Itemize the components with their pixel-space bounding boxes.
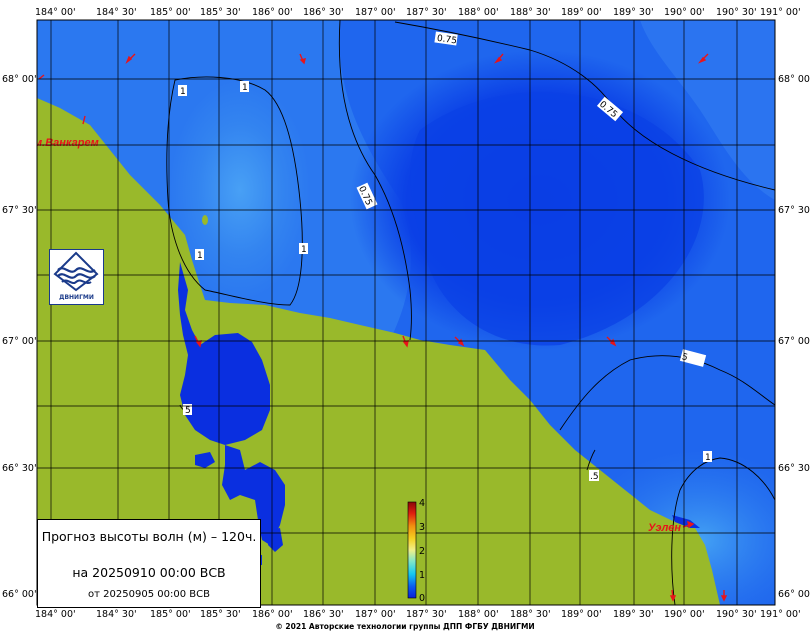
lat-labels-right: 68° 00' 67° 30' 67° 00' 66° 30' 66° 00' bbox=[778, 74, 810, 600]
svg-text:187° 30': 187° 30' bbox=[406, 7, 447, 18]
svg-text:67° 00': 67° 00' bbox=[2, 336, 37, 347]
forecast-legend: Прогноз высоты волн (м) – 120ч. на 20250… bbox=[37, 519, 261, 608]
svg-text:0: 0 bbox=[419, 593, 425, 604]
svg-text:185° 00': 185° 00' bbox=[150, 609, 191, 620]
svg-text:188° 00': 188° 00' bbox=[458, 609, 499, 620]
svg-text:67° 30': 67° 30' bbox=[778, 205, 810, 216]
svg-text:191° 00': 191° 00' bbox=[760, 7, 801, 18]
isoline-label: .5 bbox=[590, 472, 599, 482]
svg-text:190° 30': 190° 30' bbox=[716, 7, 757, 18]
copyright: © 2021 Авторские технологии группы ДПП Ф… bbox=[275, 622, 535, 631]
isoline-label: 1 bbox=[197, 251, 203, 261]
isoline-label: 5 bbox=[185, 406, 191, 416]
svg-text:66° 30': 66° 30' bbox=[2, 463, 37, 474]
svg-text:187° 30': 187° 30' bbox=[406, 609, 447, 620]
forecast-issue-time: от 20250905 00:00 ВСВ bbox=[88, 589, 210, 600]
svg-text:188° 30': 188° 30' bbox=[510, 7, 551, 18]
svg-text:188° 30': 188° 30' bbox=[510, 609, 551, 620]
svg-text:189° 30': 189° 30' bbox=[613, 7, 654, 18]
svg-text:186° 30': 186° 30' bbox=[303, 7, 344, 18]
dvnigmi-logo: ДВНИГМИ bbox=[49, 249, 104, 305]
svg-text:1: 1 bbox=[419, 570, 425, 581]
svg-text:185° 30': 185° 30' bbox=[200, 7, 241, 18]
isoline-label: 1 bbox=[242, 83, 248, 93]
svg-text:186° 00': 186° 00' bbox=[252, 609, 293, 620]
place-label: м.Ванкарем bbox=[34, 137, 99, 149]
svg-text:184° 00': 184° 00' bbox=[35, 609, 76, 620]
lon-labels-top: 184° 00' 184° 30' 185° 00' 185° 30' 186°… bbox=[35, 7, 801, 18]
lat-labels-left: 68° 00' 67° 30' 67° 00' 66° 30' 66° 00' bbox=[2, 74, 37, 600]
svg-text:68° 00': 68° 00' bbox=[778, 74, 810, 85]
svg-text:189° 00': 189° 00' bbox=[561, 609, 602, 620]
svg-text:185° 30': 185° 30' bbox=[200, 609, 241, 620]
svg-text:189° 30': 189° 30' bbox=[613, 609, 654, 620]
svg-text:190° 00': 190° 00' bbox=[664, 7, 705, 18]
forecast-title: Прогноз высоты волн (м) – 120ч. bbox=[41, 529, 257, 544]
svg-text:66° 00': 66° 00' bbox=[2, 589, 37, 600]
svg-text:189° 00': 189° 00' bbox=[561, 7, 602, 18]
svg-text:66° 30': 66° 30' bbox=[778, 463, 810, 474]
place-label: Уэлен bbox=[648, 522, 681, 534]
svg-text:186° 30': 186° 30' bbox=[303, 609, 344, 620]
svg-text:190° 00': 190° 00' bbox=[664, 609, 705, 620]
svg-text:184° 30': 184° 30' bbox=[96, 7, 137, 18]
svg-text:68° 00': 68° 00' bbox=[2, 74, 37, 85]
svg-text:188° 00': 188° 00' bbox=[458, 7, 499, 18]
svg-text:66° 00': 66° 00' bbox=[778, 589, 810, 600]
logo-text: ДВНИГМИ bbox=[59, 294, 94, 301]
svg-text:67° 30': 67° 30' bbox=[2, 205, 37, 216]
svg-text:67° 00': 67° 00' bbox=[778, 336, 810, 347]
isoline-label: 1 bbox=[301, 245, 307, 255]
svg-text:186° 00': 186° 00' bbox=[252, 7, 293, 18]
svg-text:185° 00': 185° 00' bbox=[150, 7, 191, 18]
forecast-valid-time: на 20250910 00:00 ВСВ bbox=[72, 565, 226, 580]
island bbox=[202, 215, 208, 225]
svg-text:190° 30': 190° 30' bbox=[716, 609, 757, 620]
lon-labels-bottom: 184° 00' 184° 30' 185° 00' 185° 30' 186°… bbox=[35, 609, 801, 620]
waves-icon bbox=[53, 251, 99, 292]
svg-text:3: 3 bbox=[419, 522, 425, 533]
svg-text:187° 00': 187° 00' bbox=[355, 7, 396, 18]
isoline-label: 1 bbox=[705, 453, 711, 463]
svg-text:4: 4 bbox=[419, 498, 425, 509]
svg-text:184° 00': 184° 00' bbox=[35, 7, 76, 18]
svg-text:187° 00': 187° 00' bbox=[355, 609, 396, 620]
isoline-label: 1 bbox=[180, 87, 186, 97]
svg-text:2: 2 bbox=[419, 546, 425, 557]
svg-text:184° 30': 184° 30' bbox=[96, 609, 137, 620]
svg-text:191° 00': 191° 00' bbox=[760, 609, 801, 620]
